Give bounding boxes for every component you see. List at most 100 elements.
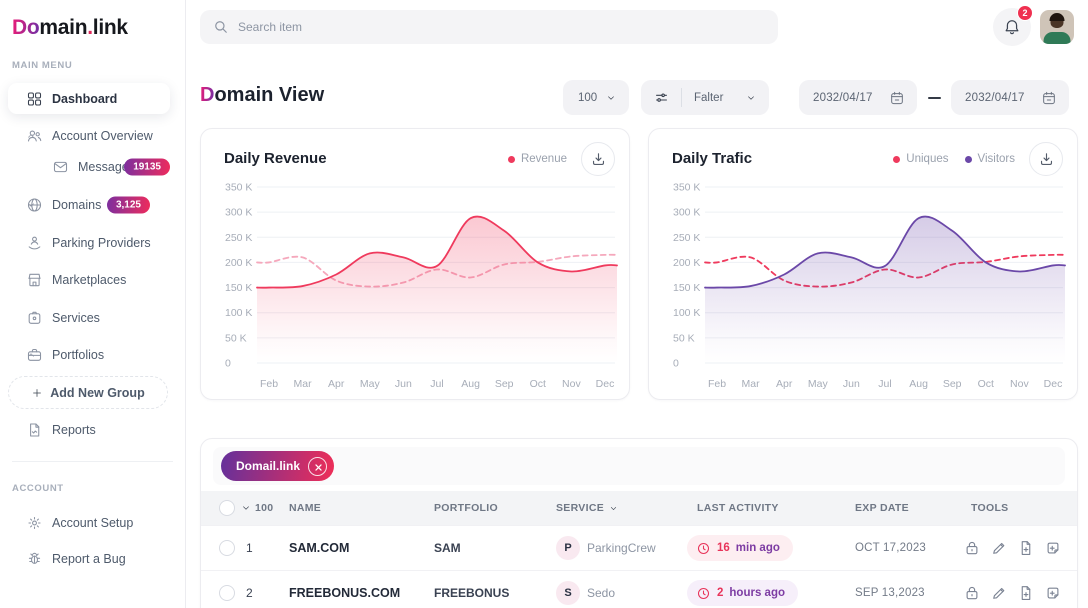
date-to-picker[interactable]: 2032/04/17 <box>951 80 1069 115</box>
calendar-icon <box>889 90 905 106</box>
chevron-down-icon <box>26 200 36 210</box>
page-size-value: 100 <box>578 92 597 104</box>
column-name[interactable]: NAME <box>289 502 321 514</box>
sidebar-item-label: Dashboard <box>52 92 117 106</box>
sidebar-item-account-setup[interactable]: Account Setup <box>0 507 186 539</box>
note-plus-button[interactable] <box>1044 539 1062 557</box>
svg-text:250 K: 250 K <box>673 232 700 244</box>
download-chart-button[interactable] <box>581 142 615 176</box>
add-new-group-button[interactable]: Add New Group <box>8 376 168 409</box>
app-root: Domain.link MAIN MENU Dashboard Account … <box>0 0 1088 608</box>
page-size-select[interactable]: 100 <box>563 80 629 115</box>
svg-text:300 K: 300 K <box>225 207 252 219</box>
filter-select[interactable]: Falter <box>641 80 769 115</box>
sidebar-item-label: Report a Bug <box>52 552 126 566</box>
select-all-checkbox[interactable] <box>219 500 235 516</box>
sidebar-item-label: Portfolios <box>52 348 104 362</box>
file-plus-button[interactable] <box>1017 584 1035 602</box>
file-plus-icon <box>1017 584 1035 602</box>
table-row[interactable]: 1 SAM.COM SAM P ParkingCrew 16 min ago O… <box>201 525 1077 570</box>
activity-unit: min ago <box>736 542 780 554</box>
lock-button[interactable] <box>963 539 981 557</box>
svg-text:Dec: Dec <box>1044 378 1063 390</box>
table-row[interactable]: 2 FREEBONUS.COM FREEBONUS S Sedo 2 hours… <box>201 570 1077 608</box>
date-from-value: 2032/04/17 <box>813 92 873 104</box>
sidebar-item-domains[interactable]: Domains 3,125 <box>0 189 186 221</box>
chart-legend: Revenue <box>508 153 567 165</box>
file-plus-icon <box>1017 539 1035 557</box>
note-plus-icon <box>1044 539 1062 557</box>
sidebar-item-label: Services <box>52 311 100 325</box>
sidebar-item-account-overview[interactable]: Account Overview <box>0 120 186 152</box>
svg-text:Dec: Dec <box>596 378 615 390</box>
sidebar-item-marketplaces[interactable]: Marketplaces <box>0 264 186 296</box>
lock-button[interactable] <box>963 584 981 602</box>
svg-text:50 K: 50 K <box>225 332 247 344</box>
remove-tag-button[interactable] <box>308 457 327 476</box>
note-plus-button[interactable] <box>1044 584 1062 602</box>
sidebar-item-report-a-bug[interactable]: Report a Bug <box>0 543 186 575</box>
column-last-activity[interactable]: LAST ACTIVITY <box>697 502 779 514</box>
sidebar-item-services[interactable]: Services <box>0 302 186 334</box>
gear-icon <box>26 515 43 532</box>
filter-tag[interactable]: Domail.link <box>221 451 334 481</box>
activity-unit: hours ago <box>729 587 785 599</box>
sidebar-item-reports[interactable]: Reports <box>0 414 186 446</box>
sidebar-item-messages[interactable]: Messages 19135 <box>0 151 186 183</box>
chevron-down-icon[interactable] <box>609 504 618 513</box>
avatar[interactable] <box>1040 10 1074 44</box>
sidebar-divider <box>12 461 173 462</box>
svg-text:Oct: Oct <box>530 378 546 390</box>
svg-text:0: 0 <box>225 358 231 370</box>
service-name: ParkingCrew <box>587 541 656 555</box>
brand-logo[interactable]: Domain.link <box>12 16 128 40</box>
column-portfolio[interactable]: PORTFOLIO <box>434 502 498 514</box>
bell-icon <box>1002 17 1022 37</box>
page-title: Domain View <box>200 84 324 107</box>
file-plus-button[interactable] <box>1017 539 1035 557</box>
row-checkbox[interactable] <box>219 540 235 556</box>
notifications-button[interactable]: 2 <box>993 8 1031 46</box>
filter-label: Falter <box>694 92 723 104</box>
avatar-hair <box>1050 13 1065 21</box>
sidebar-item-dashboard[interactable]: Dashboard <box>8 83 170 114</box>
svg-text:350 K: 350 K <box>225 182 252 194</box>
column-exp-date[interactable]: EXP DATE <box>855 502 909 514</box>
sliders-icon <box>653 89 670 106</box>
download-icon <box>1038 151 1055 168</box>
date-from-picker[interactable]: 2032/04/17 <box>799 80 917 115</box>
row-checkbox[interactable] <box>219 585 235 601</box>
storefront-icon <box>26 272 43 289</box>
sidebar-item-portfolios[interactable]: Portfolios <box>0 339 186 371</box>
svg-text:May: May <box>808 378 829 390</box>
edit-icon <box>990 584 1008 602</box>
legend-label: Visitors <box>978 153 1016 165</box>
sidebar-item-parking-providers[interactable]: Parking Providers <box>0 227 186 259</box>
sidebar-item-label: Marketplaces <box>52 273 126 287</box>
note-plus-icon <box>1044 584 1062 602</box>
calendar-icon <box>1041 90 1057 106</box>
sidebar: Domain.link MAIN MENU Dashboard Account … <box>0 0 186 608</box>
search-icon <box>212 18 230 36</box>
edit-button[interactable] <box>990 539 1008 557</box>
edit-button[interactable] <box>990 584 1008 602</box>
download-chart-button[interactable] <box>1029 142 1063 176</box>
svg-text:100 K: 100 K <box>673 307 700 319</box>
svg-text:200 K: 200 K <box>225 257 252 269</box>
legend-item: Uniques <box>893 153 948 165</box>
daily-revenue-card: Daily Revenue Revenue 350 K300 K250 K200… <box>200 128 630 400</box>
avatar-torso <box>1044 32 1071 44</box>
plus-icon <box>31 387 43 399</box>
column-count[interactable]: 100 <box>255 502 273 514</box>
search-input[interactable] <box>238 10 758 44</box>
svg-text:Nov: Nov <box>562 378 581 390</box>
account-section-label: ACCOUNT <box>12 483 64 494</box>
filter-tag-strip: Domail.link <box>213 447 1065 485</box>
sort-chevron-icon[interactable] <box>241 503 251 513</box>
column-service[interactable]: SERVICE <box>556 502 604 514</box>
date-to-value: 2032/04/17 <box>965 92 1025 104</box>
legend-dot-icon <box>893 156 900 163</box>
svg-text:Aug: Aug <box>461 378 480 390</box>
svg-text:350 K: 350 K <box>673 182 700 194</box>
svg-text:Jun: Jun <box>843 378 860 390</box>
